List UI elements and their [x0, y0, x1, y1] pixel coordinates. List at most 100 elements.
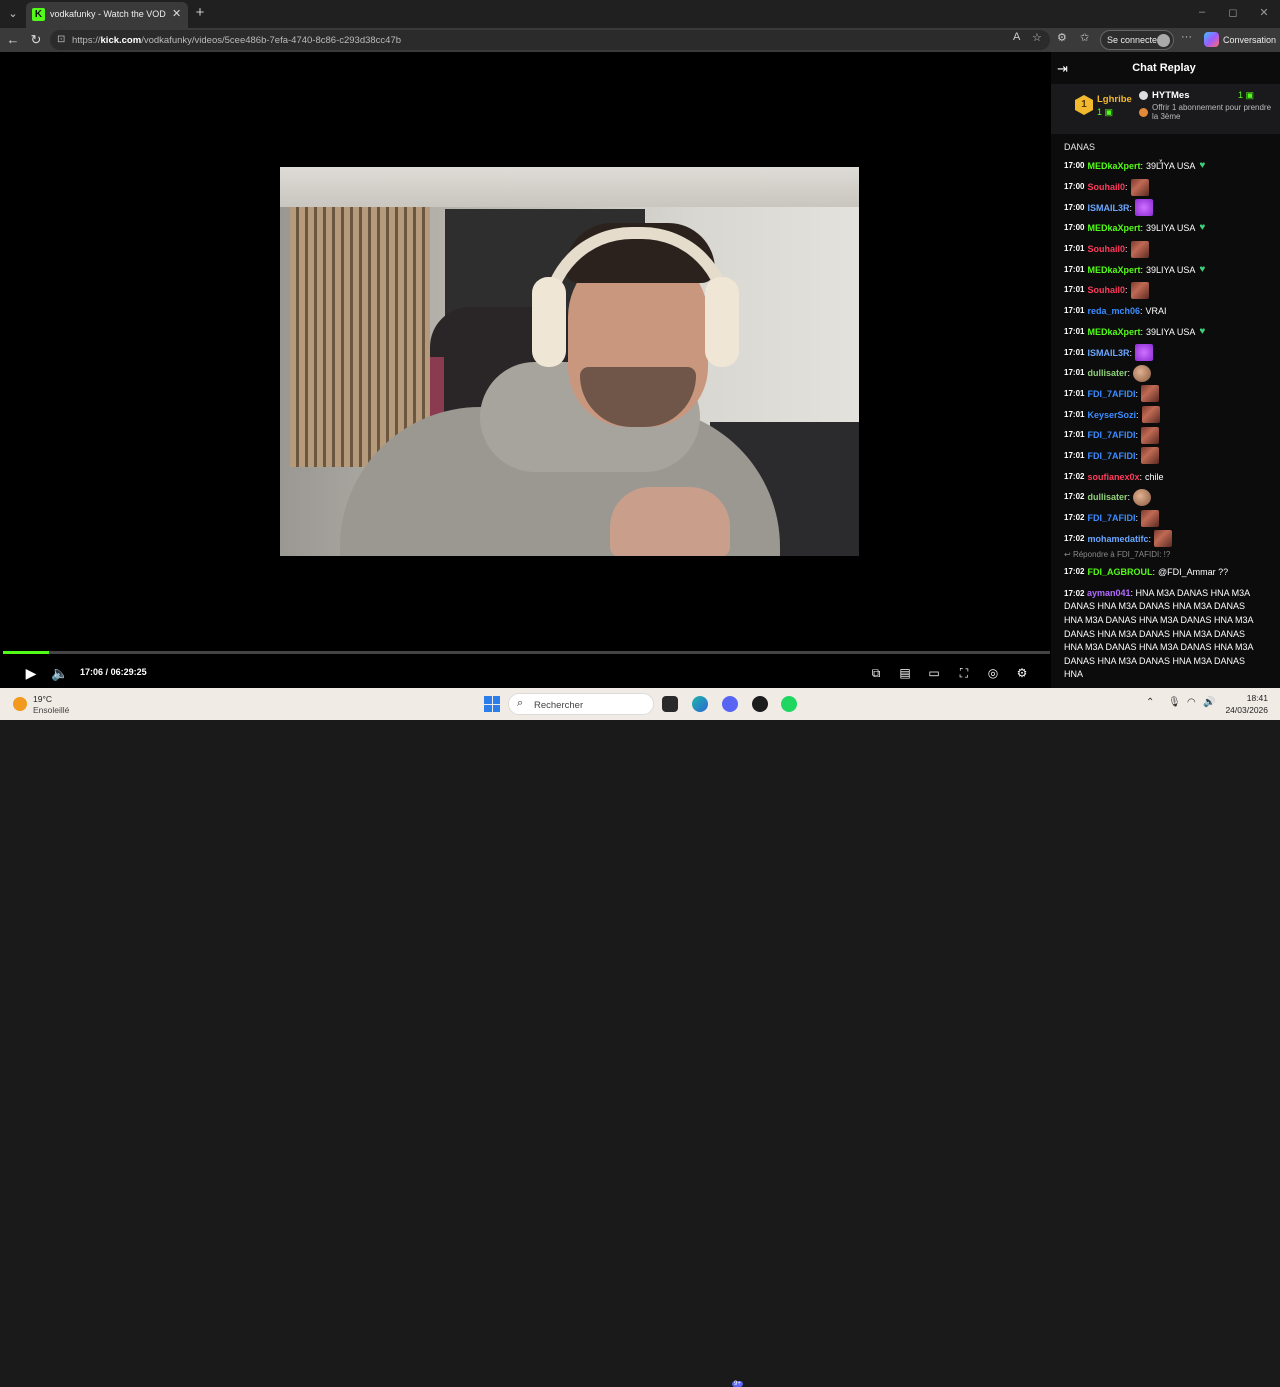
copilot-icon[interactable]	[1204, 32, 1219, 47]
fullscreen-icon[interactable]: ⛶	[954, 665, 974, 681]
playback-speed-icon[interactable]: ◎	[983, 665, 1003, 681]
sign-in-button[interactable]: Se connecter	[1100, 30, 1174, 50]
emote-meme-icon[interactable]	[1141, 426, 1159, 444]
video-frame[interactable]	[280, 167, 859, 556]
emote-meme-icon[interactable]	[1130, 240, 1149, 258]
seek-bar-progress	[3, 651, 50, 654]
miniplayer-icon[interactable]: ⧉	[866, 665, 886, 681]
reply-context[interactable]: ↩ Répondre à FDI_7AFIDI: !?	[1064, 549, 1274, 562]
kick-page: ▶ 🔈 17:06 / 06:29:25 ⧉ ▤ ▭ ⛶ ◎ ⚙ ⇥ Chat …	[0, 52, 1280, 688]
message-username[interactable]: FDI_AGBROUL	[1087, 566, 1152, 578]
clock-time[interactable]: 18:41	[1228, 693, 1268, 703]
minimize-icon[interactable]: –	[1193, 6, 1211, 18]
tab-close-icon[interactable]: ✕	[172, 7, 181, 20]
conversation-button[interactable]: Conversation	[1223, 35, 1276, 45]
message-username[interactable]: MEDkaXpert	[1087, 222, 1140, 234]
app-icon[interactable]	[752, 696, 768, 712]
message-username[interactable]: reda_mch06	[1087, 305, 1140, 317]
address-bar[interactable]: ⊡ https://kick.com/vodkafunky/videos/5ce…	[50, 30, 1050, 50]
message-username[interactable]: ISMAIL3R	[1087, 202, 1129, 214]
task-view-icon[interactable]	[662, 696, 678, 712]
message-time: 17:00	[1064, 161, 1085, 171]
favorite-star-icon[interactable]: ☆	[1032, 31, 1042, 44]
emote-face-icon[interactable]	[1133, 488, 1151, 506]
browser-toolbar: ← ↻ ⊡ https://kick.com/vodkafunky/videos…	[0, 28, 1280, 52]
message-colon: :	[1140, 223, 1143, 234]
message-text: 39LIYA USA	[1146, 223, 1196, 234]
search-icon: ⌕	[517, 697, 524, 709]
message-username[interactable]: FDI_7AFIDI	[1087, 429, 1135, 441]
emote-face-icon[interactable]	[1133, 364, 1151, 382]
emote-meme-icon[interactable]	[1141, 447, 1159, 465]
message-username[interactable]: ayman041	[1087, 588, 1131, 598]
favorites-bar-icon[interactable]: ✩	[1080, 31, 1089, 44]
show-hidden-icons-icon[interactable]: ⌃	[1146, 697, 1154, 708]
tab-list-chevron-icon[interactable]: ⌄	[4, 5, 22, 23]
site-info-icon[interactable]: ⊡	[57, 34, 65, 45]
message-username[interactable]: dullisater	[1087, 367, 1127, 379]
message-username[interactable]: MEDkaXpert	[1087, 326, 1140, 338]
back-arrow-icon[interactable]: ←	[5, 32, 21, 47]
speaker-icon[interactable]: 🔊	[1203, 697, 1215, 708]
message-username[interactable]: FDI_7AFIDI	[1087, 512, 1135, 524]
message-username[interactable]: ISMAIL3R	[1087, 347, 1129, 359]
emote-meme-icon[interactable]	[1130, 281, 1149, 299]
extensions-icon[interactable]: ⚙	[1057, 31, 1067, 44]
windows-start-icon[interactable]	[484, 696, 500, 712]
wifi-icon[interactable]: ◠	[1187, 697, 1196, 708]
clip-icon[interactable]: ▤	[895, 665, 915, 681]
settings-gear-icon[interactable]: ⚙	[1012, 665, 1032, 681]
message-username[interactable]: Souhail0	[1087, 284, 1125, 296]
browser-tab[interactable]: K vodkafunky - Watch the VOD on K ✕	[26, 2, 188, 28]
read-aloud-icon[interactable]: A	[1013, 31, 1020, 43]
message-username[interactable]: KeyserSozi	[1087, 409, 1136, 421]
weather-temp[interactable]: 19°C	[33, 694, 52, 704]
message-username[interactable]: Souhail0	[1087, 243, 1125, 255]
message-username[interactable]: Souhail0	[1087, 181, 1125, 193]
clock-date[interactable]: 24/03/2026	[1220, 705, 1268, 715]
theater-mode-icon[interactable]: ▭	[924, 665, 944, 681]
video-player[interactable]: ▶ 🔈 17:06 / 06:29:25 ⧉ ▤ ▭ ⛶ ◎ ⚙	[3, 55, 1050, 685]
chat-message: 17:02 soufianex0x: chile	[1064, 466, 1274, 487]
current-time: 17:06	[80, 667, 104, 677]
microphone-icon[interactable]: 🎙	[1168, 697, 1181, 708]
spotify-icon[interactable]	[781, 696, 797, 712]
chat-message: 17:01 reda_mch06: VRAI	[1064, 301, 1274, 322]
emote-meme-icon[interactable]	[1130, 178, 1149, 196]
edge-browser-icon[interactable]	[692, 696, 708, 712]
gift-icon	[1139, 108, 1148, 117]
message-username[interactable]: FDI_7AFIDI	[1087, 450, 1135, 462]
emote-purple-icon[interactable]	[1135, 344, 1153, 362]
message-username[interactable]: dullisater	[1087, 491, 1127, 503]
new-tab-plus-icon[interactable]: +	[193, 4, 207, 21]
message-username[interactable]: MEDkaXpert	[1087, 160, 1140, 172]
emote-meme-icon[interactable]	[1141, 406, 1160, 424]
reload-icon[interactable]: ↻	[28, 32, 44, 48]
more-menu-icon[interactable]: ···	[1181, 31, 1192, 43]
message-colon: :	[1127, 368, 1130, 379]
emote-meme-icon[interactable]	[1141, 385, 1159, 403]
seek-bar[interactable]	[3, 651, 1050, 654]
maximize-icon[interactable]: ◻	[1224, 6, 1242, 19]
message-time: 17:02	[1064, 471, 1085, 481]
gift-offer-text[interactable]: Offrir 1 abonnement pour prendre la 3ème	[1152, 103, 1272, 121]
message-username[interactable]: soufianex0x	[1087, 471, 1139, 483]
sun-weather-icon[interactable]	[13, 697, 27, 711]
close-window-icon[interactable]: ✕	[1255, 6, 1273, 19]
emote-purple-icon[interactable]	[1135, 199, 1153, 217]
message-time: 17:01	[1064, 306, 1085, 316]
message-username[interactable]: MEDkaXpert	[1087, 264, 1140, 276]
message-colon: :	[1140, 306, 1143, 317]
message-username[interactable]: FDI_7AFIDI	[1087, 388, 1135, 400]
weather-desc[interactable]: Ensoleillé	[33, 705, 69, 715]
emote-meme-icon[interactable]	[1141, 509, 1159, 527]
emote-meme-icon[interactable]	[1154, 530, 1172, 548]
message-username[interactable]: mohamedatifc	[1087, 533, 1148, 545]
play-icon[interactable]: ▶	[21, 665, 41, 681]
gifter-name[interactable]: HYTMes	[1152, 90, 1189, 101]
discord-icon[interactable]	[722, 696, 738, 712]
volume-icon[interactable]: 🔈	[50, 665, 70, 681]
taskbar-search[interactable]: ⌕ Rechercher	[508, 693, 654, 715]
top-gifter-name[interactable]: Lghribe	[1097, 94, 1132, 105]
chat-message: 17:01 Souhail0:	[1064, 239, 1274, 260]
